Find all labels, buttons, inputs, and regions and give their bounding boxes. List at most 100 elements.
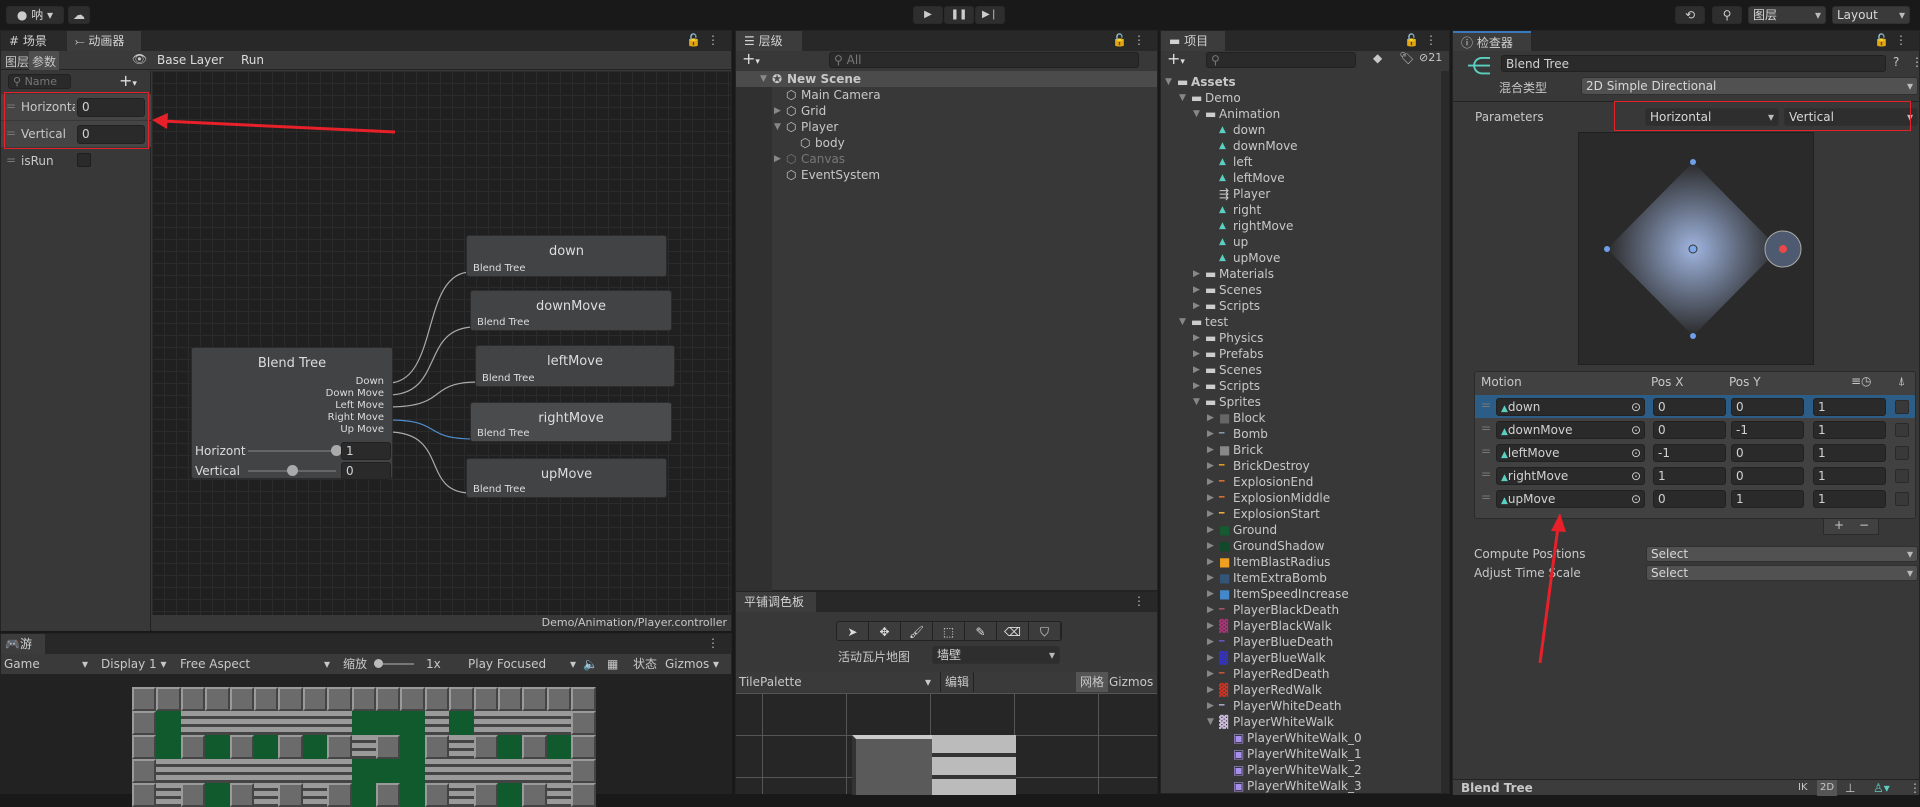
project-item[interactable]: ▼ ▓ PlayerWhiteWalk: [1161, 714, 1439, 730]
motion-node-upmove[interactable]: upMove Blend Tree: [466, 458, 667, 498]
project-item[interactable]: ▶ ▬ Prefabs: [1161, 346, 1439, 362]
project-item[interactable]: ▣ PlayerWhiteWalk_0: [1161, 730, 1439, 746]
mute-audio-icon[interactable]: 🔈: [583, 654, 598, 674]
display-dropdown[interactable]: Display 1 ▾: [101, 654, 173, 674]
expand-arrow[interactable]: ▶: [1207, 538, 1214, 554]
expand-arrow[interactable]: ▶: [1207, 522, 1214, 538]
project-item[interactable]: ▶ ▬ Scripts: [1161, 298, 1439, 314]
edit-button[interactable]: 编辑: [940, 672, 974, 692]
project-item[interactable]: ▶ ━ ExplosionStart: [1161, 506, 1439, 522]
expand-arrow[interactable]: ▶: [1193, 346, 1200, 362]
palette-canvas[interactable]: [736, 693, 1157, 795]
box-fill-tool-icon[interactable]: ⬚: [933, 622, 965, 640]
project-item[interactable]: ▼ ▬ Assets: [1161, 74, 1439, 90]
project-item[interactable]: ▶ ━ PlayerBlueDeath: [1161, 634, 1439, 650]
project-item[interactable]: ▶ ▓ PlayerRedWalk: [1161, 682, 1439, 698]
panel-menu-icon[interactable]: ⋮: [1133, 594, 1151, 608]
filter-label-icon[interactable]: 🏷: [1399, 51, 1414, 65]
hidden-packages-icon[interactable]: ⊘21: [1419, 51, 1442, 64]
expand-arrow[interactable]: ▶: [1207, 458, 1214, 474]
expand-arrow[interactable]: ▼: [774, 119, 781, 135]
motion-node-leftmove[interactable]: leftMove Blend Tree: [475, 345, 675, 387]
project-add-button[interactable]: +▾: [1167, 49, 1185, 68]
expand-arrow[interactable]: ▶: [1193, 298, 1200, 314]
filter-type-icon[interactable]: ◆: [1373, 51, 1382, 65]
slider-value[interactable]: 0: [341, 462, 391, 480]
aspect-dropdown[interactable]: Free Aspect ▾: [180, 654, 332, 674]
search-button[interactable]: ⚲: [1712, 6, 1742, 24]
hierarchy-add-button[interactable]: +▾: [742, 49, 760, 68]
project-item[interactable]: ▶ ━ PlayerBlackDeath: [1161, 602, 1439, 618]
tab-project[interactable]: ▬ 项目: [1161, 31, 1225, 51]
hierarchy-item[interactable]: ⬡ EventSystem: [736, 167, 1157, 183]
expand-arrow[interactable]: ▶: [1193, 378, 1200, 394]
expand-arrow[interactable]: ▶: [1207, 426, 1214, 442]
select-tool-icon[interactable]: ➤: [837, 622, 869, 640]
gizmos-toggle[interactable]: Gizmos: [1109, 672, 1153, 692]
move-tool-icon[interactable]: ✥: [869, 622, 901, 640]
tab-hierarchy[interactable]: ☰ 层级: [736, 31, 802, 51]
project-item[interactable]: ▶ ▬ Scripts: [1161, 378, 1439, 394]
project-item[interactable]: ▲ left: [1161, 154, 1439, 170]
motion-node-down[interactable]: down Blend Tree: [466, 235, 667, 277]
expand-arrow[interactable]: ▶: [1193, 362, 1200, 378]
pick-tool-icon[interactable]: ✎: [965, 622, 997, 640]
blend-tree-node[interactable]: Blend Tree Down Down Move Left Move Right M…: [191, 347, 393, 480]
motion-node-rightmove[interactable]: rightMove Blend Tree: [470, 402, 672, 442]
project-item[interactable]: ▶ ■ Ground: [1161, 522, 1439, 538]
palette-dropdown[interactable]: TilePalette ▾: [739, 672, 935, 692]
expand-arrow[interactable]: ▶: [1207, 442, 1214, 458]
expand-arrow[interactable]: ▼: [1179, 314, 1186, 330]
project-item[interactable]: ▶ ━ PlayerRedDeath: [1161, 666, 1439, 682]
history-button[interactable]: ⟲: [1675, 6, 1705, 24]
project-item[interactable]: ▶ ▓ PlayerBlueWalk: [1161, 650, 1439, 666]
tab-game[interactable]: 🎮游戏: [1, 634, 45, 671]
erase-tool-icon[interactable]: ⌫: [997, 622, 1029, 640]
project-item[interactable]: ▲ up: [1161, 234, 1439, 250]
expand-arrow[interactable]: ▶: [1207, 410, 1214, 426]
scale-slider[interactable]: [374, 659, 414, 668]
expand-arrow[interactable]: ▶: [1207, 586, 1214, 602]
project-item[interactable]: ▶ ■ ItemBlastRadius: [1161, 554, 1439, 570]
expand-arrow[interactable]: ▶: [1207, 474, 1214, 490]
hierarchy-item[interactable]: ▶ ⬡ Grid: [736, 103, 1157, 119]
panel-menu-icon[interactable]: 🔓⋮: [1404, 33, 1443, 47]
expand-arrow[interactable]: ▶: [1207, 634, 1214, 650]
project-item[interactable]: ▼ ▬ Animation: [1161, 106, 1439, 122]
project-item[interactable]: ▼ ▬ Demo: [1161, 90, 1439, 106]
project-item[interactable]: ▶ ■ ItemExtraBomb: [1161, 570, 1439, 586]
expand-arrow[interactable]: ▼: [1193, 394, 1200, 410]
expand-arrow[interactable]: ▼: [1193, 106, 1200, 122]
expand-arrow[interactable]: ▶: [774, 103, 781, 119]
project-item[interactable]: ▲ leftMove: [1161, 170, 1439, 186]
motion-node-downmove[interactable]: downMove Blend Tree: [470, 290, 672, 331]
expand-arrow[interactable]: ▶: [774, 151, 781, 167]
project-scrollbar[interactable]: [1441, 71, 1449, 793]
project-item[interactable]: ▼ ▬ Sprites: [1161, 394, 1439, 410]
project-item[interactable]: ▲ right: [1161, 202, 1439, 218]
project-item[interactable]: ▶ ■ GroundShadow: [1161, 538, 1439, 554]
play-mode-dropdown[interactable]: Play Focused ▾: [468, 654, 578, 674]
project-item[interactable]: ▲ down: [1161, 122, 1439, 138]
slider-value[interactable]: 1: [341, 442, 391, 460]
expand-arrow[interactable]: ▶: [1193, 330, 1200, 346]
game-viewport[interactable]: [132, 687, 596, 807]
vertical-slider[interactable]: [248, 465, 336, 476]
panel-menu-icon[interactable]: 🔓⋮: [1112, 33, 1151, 47]
project-search-input[interactable]: ⚲: [1206, 52, 1356, 68]
stats-button[interactable]: 状态: [633, 654, 657, 674]
expand-arrow[interactable]: ▶: [1207, 554, 1214, 570]
play-button[interactable]: ▶: [913, 6, 943, 24]
project-item[interactable]: ▣ PlayerWhiteWalk_1: [1161, 746, 1439, 762]
grid-toggle[interactable]: 网格: [1076, 672, 1109, 692]
hierarchy-item[interactable]: ▼ ✪ New Scene: [736, 71, 1157, 87]
project-item[interactable]: ▶ ■ Brick: [1161, 442, 1439, 458]
expand-arrow[interactable]: ▶: [1193, 266, 1200, 282]
project-item[interactable]: ▼ ▬ test: [1161, 314, 1439, 330]
hierarchy-item[interactable]: ⬡ body: [736, 135, 1157, 151]
panel-menu-icon[interactable]: ⋮: [707, 636, 725, 650]
expand-arrow[interactable]: ▶: [1207, 618, 1214, 634]
project-item[interactable]: ▶ ▬ Scenes: [1161, 282, 1439, 298]
display-mode-dropdown[interactable]: Game ▾: [4, 654, 90, 674]
expand-arrow[interactable]: ▼: [1165, 74, 1172, 90]
